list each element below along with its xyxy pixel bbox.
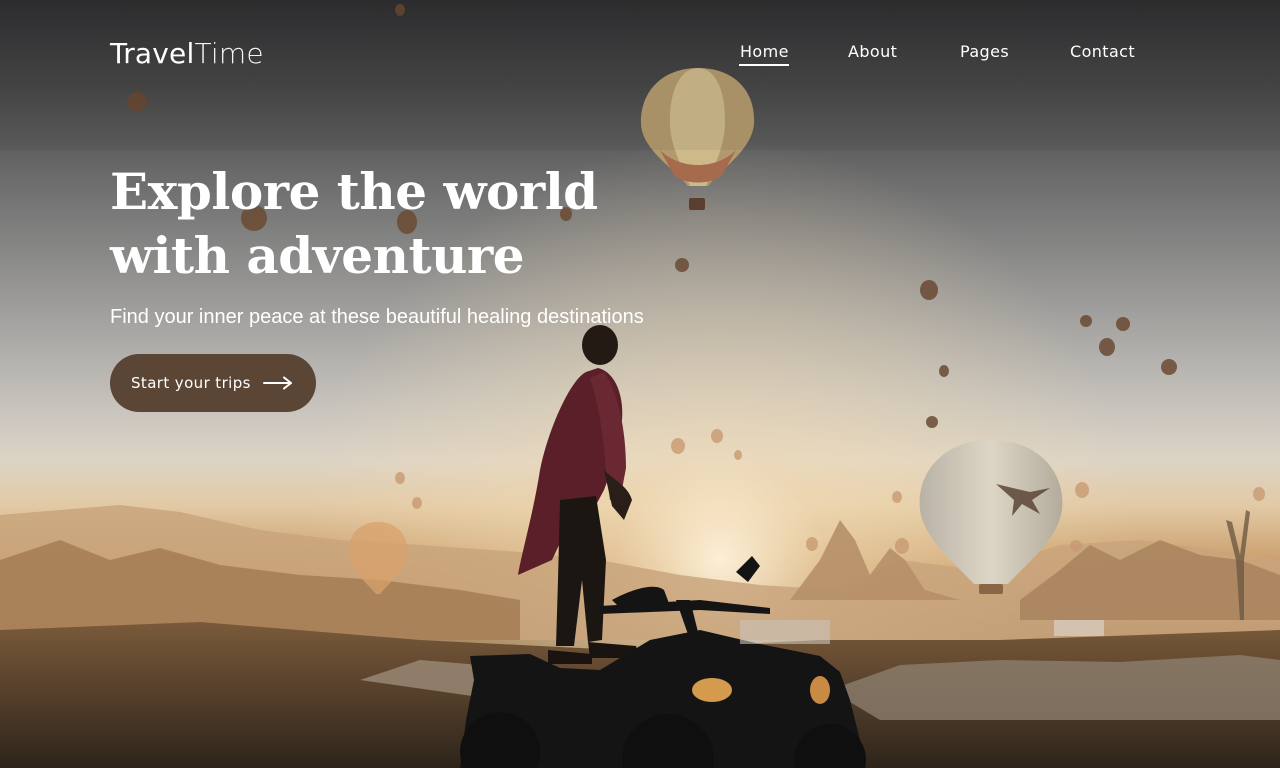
- nav-link-home[interactable]: Home: [740, 40, 789, 64]
- hero-headline: Explore the world with adventure: [110, 162, 598, 285]
- start-trips-button-label: Start your trips: [131, 374, 251, 392]
- nav-link-contact[interactable]: Contact: [1070, 40, 1135, 64]
- nav-link-about[interactable]: About: [848, 40, 897, 64]
- arrow-right-icon: [262, 376, 292, 390]
- nav-active-underline: [739, 64, 789, 66]
- nav-link-pages[interactable]: Pages: [960, 40, 1009, 64]
- hero-subtitle: Find your inner peace at these beautiful…: [110, 306, 644, 328]
- start-trips-button[interactable]: Start your trips: [110, 354, 316, 412]
- main-nav: Home About Pages Contact: [0, 40, 1280, 70]
- hero-section: TravelTime Home About Pages Contact Expl…: [0, 0, 1280, 768]
